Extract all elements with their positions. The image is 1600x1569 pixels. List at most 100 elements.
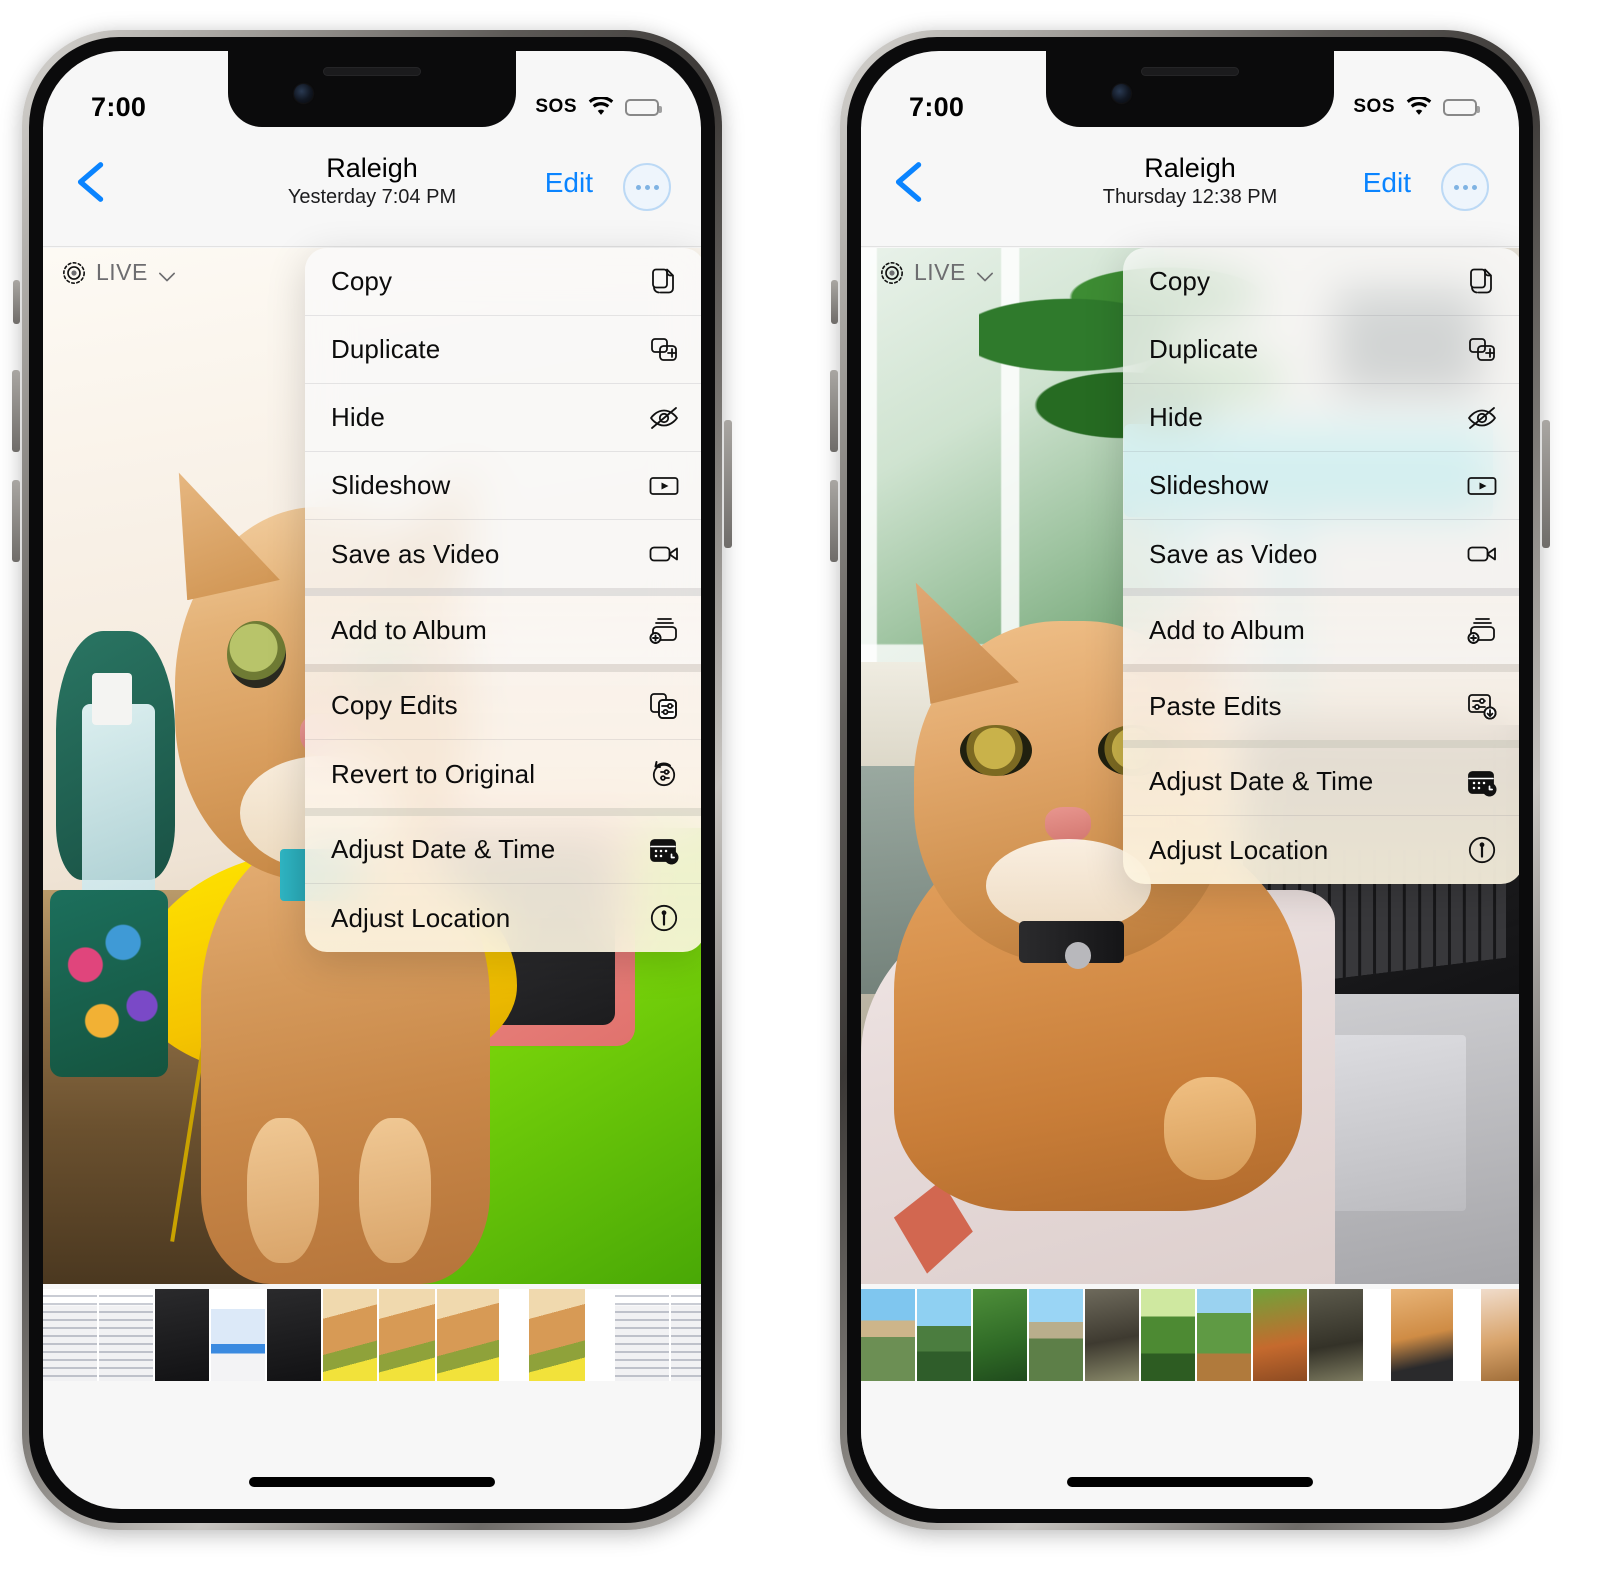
filmstrip-thumbnail[interactable] (155, 1289, 209, 1381)
context-menu-group: Copy Duplicate Hide Slideshow Save as Video (305, 248, 701, 588)
photo-context-menu[interactable]: Copy Duplicate Hide Slideshow Save as Video A… (305, 248, 701, 952)
back-button[interactable] (887, 159, 933, 215)
menu-item-slideshow[interactable]: Slideshow (305, 452, 701, 520)
menu-item-hide[interactable]: Hide (1123, 384, 1519, 452)
filmstrip-thumbnail[interactable] (43, 1289, 97, 1381)
volume-up-button[interactable] (830, 370, 838, 452)
volume-down-button[interactable] (830, 480, 838, 562)
bottom-toolbar (43, 1381, 701, 1455)
menu-item-save-as-video[interactable]: Save as Video (305, 520, 701, 588)
favorite-button[interactable] (265, 1385, 331, 1451)
menu-item-copy[interactable]: Copy (305, 248, 701, 316)
photo-context-menu[interactable]: Copy Duplicate Hide Slideshow Save as Video A… (1123, 248, 1519, 884)
menu-item-duplicate[interactable]: Duplicate (1123, 316, 1519, 384)
copy-icon (647, 265, 681, 299)
menu-item-add-to-album[interactable]: Add to Album (1123, 596, 1519, 664)
menu-item-add-to-album[interactable]: Add to Album (305, 596, 701, 664)
menu-item-duplicate[interactable]: Duplicate (305, 316, 701, 384)
home-indicator[interactable] (1067, 1477, 1313, 1487)
photo-filmstrip[interactable] (861, 1289, 1519, 1381)
delete-button[interactable] (560, 1385, 626, 1453)
menu-item-label: Revert to Original (331, 758, 536, 789)
menu-item-label: Copy (1149, 266, 1211, 296)
live-photo-badge[interactable]: LIVE (879, 259, 995, 286)
back-button[interactable] (69, 159, 115, 215)
menu-item-copy[interactable]: Copy (1123, 248, 1519, 316)
edit-button[interactable]: Edit (1363, 167, 1411, 199)
filmstrip-thumbnail[interactable] (437, 1289, 499, 1381)
filmstrip-thumbnail[interactable] (99, 1289, 153, 1381)
menu-item-hide[interactable]: Hide (305, 384, 701, 452)
filmstrip-thumbnail[interactable] (1309, 1289, 1363, 1381)
favorite-button[interactable] (1083, 1385, 1149, 1451)
status-bar: 7:00 SOS (43, 51, 701, 137)
edit-button[interactable]: Edit (545, 167, 593, 199)
filmstrip-thumbnail[interactable] (1253, 1289, 1307, 1381)
filmstrip-thumbnail[interactable] (1391, 1289, 1453, 1381)
live-photo-icon (61, 260, 87, 286)
filmstrip-thumbnail[interactable] (1141, 1289, 1195, 1381)
live-badge-label: LIVE (96, 259, 148, 285)
menu-item-label: Slideshow (1149, 470, 1269, 500)
wifi-icon (588, 97, 614, 117)
filmstrip-thumbnail[interactable] (267, 1289, 321, 1381)
screenshot-stage: LIVE Raleigh Yesterday 7:04 PM Edit 7:00 (0, 0, 1600, 1569)
filmstrip-thumbnail[interactable] (973, 1289, 1027, 1381)
menu-item-adjust-date-time[interactable]: Adjust Date & Time (1123, 748, 1519, 816)
ellipsis-circle-icon[interactable] (1441, 163, 1489, 211)
battery-icon (625, 98, 662, 116)
volume-down-button[interactable] (12, 480, 20, 562)
iphone-device-right: LIVE Raleigh Thursday 12:38 PM Edit 7:00 (830, 30, 1550, 1530)
filmstrip-thumbnail[interactable] (1029, 1289, 1083, 1381)
wifi-icon (1406, 97, 1432, 117)
live-photo-badge[interactable]: LIVE (61, 259, 177, 286)
filmstrip-thumbnail[interactable] (1085, 1289, 1139, 1381)
menu-item-save-as-video[interactable]: Save as Video (1123, 520, 1519, 588)
share-button[interactable] (118, 1385, 184, 1453)
menu-item-paste-edits[interactable]: Paste Edits (1123, 672, 1519, 740)
power-button[interactable] (724, 420, 732, 548)
power-button[interactable] (1542, 420, 1550, 548)
volume-up-button[interactable] (12, 370, 20, 452)
filmstrip-thumbnail[interactable] (917, 1289, 971, 1381)
menu-item-adjust-location[interactable]: Adjust Location (305, 884, 701, 952)
battery-icon (1443, 98, 1480, 116)
ellipsis-circle-icon[interactable] (623, 163, 671, 211)
context-menu-group: Add to Album (305, 588, 701, 664)
silent-switch[interactable] (13, 280, 20, 324)
filmstrip-thumbnail[interactable] (615, 1289, 669, 1381)
filmstrip-thumbnail[interactable] (861, 1289, 915, 1381)
duplicate-icon (1465, 333, 1499, 367)
page-title: Raleigh (1144, 153, 1236, 183)
menu-item-label: Duplicate (1149, 334, 1259, 364)
menu-item-adjust-date-time[interactable]: Adjust Date & Time (305, 816, 701, 884)
filmstrip-thumbnail[interactable] (1197, 1289, 1251, 1381)
info-button[interactable] (413, 1385, 479, 1453)
share-button[interactable] (936, 1385, 1002, 1453)
filmstrip-thumbnail[interactable] (379, 1289, 435, 1381)
paste-edits-icon (1465, 689, 1499, 723)
delete-button[interactable] (1378, 1385, 1444, 1453)
filmstrip-thumbnail[interactable] (671, 1289, 701, 1381)
home-indicator[interactable] (249, 1477, 495, 1487)
filmstrip-thumbnail[interactable] (323, 1289, 377, 1381)
menu-item-label: Save as Video (1149, 538, 1318, 569)
menu-item-label: Add to Album (1149, 614, 1305, 645)
menu-item-slideshow[interactable]: Slideshow (1123, 452, 1519, 520)
menu-item-adjust-location[interactable]: Adjust Location (1123, 816, 1519, 884)
status-indicators: SOS (1353, 96, 1480, 118)
filmstrip-thumbnail[interactable] (211, 1289, 265, 1381)
filmstrip-thumbnail[interactable] (1481, 1289, 1519, 1381)
info-button[interactable] (1231, 1385, 1297, 1453)
device-screen: LIVE Raleigh Yesterday 7:04 PM Edit 7:00 (43, 51, 701, 1509)
status-indicators: SOS (535, 96, 662, 118)
menu-item-revert-to-original[interactable]: Revert to Original (305, 740, 701, 808)
page-subtitle: Yesterday 7:04 PM (287, 186, 457, 209)
add-to-album-icon (1465, 613, 1499, 647)
filmstrip-thumbnail[interactable] (529, 1289, 585, 1381)
silent-switch[interactable] (831, 280, 838, 324)
photo-filmstrip[interactable] (43, 1289, 701, 1381)
context-menu-group: Copy Edits Revert to Original (305, 664, 701, 808)
menu-item-copy-edits[interactable]: Copy Edits (305, 672, 701, 740)
video-camera-icon (1465, 537, 1499, 571)
